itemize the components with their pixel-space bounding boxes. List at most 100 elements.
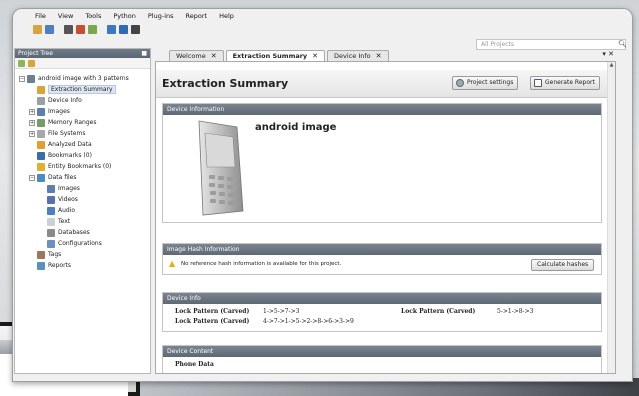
- tree-item[interactable]: Text: [15, 216, 150, 227]
- save-icon[interactable]: [64, 25, 73, 34]
- tree-item[interactable]: Device Info: [15, 95, 150, 106]
- tree-item-label: Entity Bookmarks (0): [48, 163, 112, 170]
- tree-item-label: Memory Ranges: [48, 119, 97, 126]
- tab-welcome-label: Welcome: [176, 52, 206, 60]
- export-icon[interactable]: [131, 25, 140, 34]
- device-name: android image: [255, 122, 337, 133]
- menu-python[interactable]: Python: [113, 12, 136, 20]
- device-info-icon: [37, 96, 45, 105]
- tab-bar: Welcome ✕ Extraction Summary ✕ Device In…: [155, 48, 616, 61]
- main-area: Welcome ✕ Extraction Summary ✕ Device In…: [155, 48, 616, 374]
- entity-bookmarks-icon: [37, 162, 45, 171]
- page-title: Extraction Summary: [162, 77, 289, 90]
- tree-item-label: Audio: [58, 207, 76, 214]
- project-tree: − android image with 3 patterns Extraction…: [15, 69, 150, 271]
- menu-help[interactable]: Help: [219, 12, 234, 20]
- expand-icon[interactable]: +: [29, 119, 35, 126]
- project-tree-toolbar: [15, 58, 150, 69]
- tab-device-info-label: Device Info: [334, 52, 371, 60]
- config-icon: [47, 239, 55, 248]
- search-icon[interactable]: 🔍︎: [618, 40, 627, 49]
- tree-item-label: Analyzed Data: [48, 141, 92, 148]
- pencil-icon[interactable]: [107, 25, 116, 34]
- expand-icon[interactable]: +: [29, 108, 35, 115]
- tree-item-label: Bookmarks (0): [48, 152, 92, 159]
- menu-plugins[interactable]: Plug-ins: [148, 12, 174, 20]
- tab-menu-icon[interactable]: ▾ ✕: [602, 50, 614, 58]
- tree-item[interactable]: Entity Bookmarks (0): [15, 161, 150, 172]
- lock-pattern-label: Lock Pattern (Carved): [175, 308, 250, 315]
- lock-pattern-value: 4->7->1->5->2->8->6->3->9: [263, 318, 354, 325]
- tree-item[interactable]: + File Systems: [15, 128, 150, 139]
- menu-view[interactable]: View: [58, 12, 73, 20]
- device-info-section: Device Info Lock Pattern (Carved) 1->5->…: [162, 292, 602, 332]
- main-toolbar: [13, 23, 632, 36]
- close-icon[interactable]: ✕: [211, 51, 217, 61]
- menu-tools[interactable]: Tools: [85, 12, 101, 20]
- tab-device-info[interactable]: Device Info ✕: [327, 50, 389, 61]
- tree-item[interactable]: − android image with 3 patterns: [15, 73, 150, 84]
- tree-item[interactable]: + Memory Ranges: [15, 117, 150, 128]
- search-placeholder: All Projects: [481, 41, 514, 48]
- phone-data-label: Phone Data: [175, 361, 214, 368]
- open-project-icon[interactable]: [33, 25, 42, 34]
- expand-icon[interactable]: +: [29, 130, 35, 137]
- lock-pattern-label: Lock Pattern (Carved): [401, 308, 476, 315]
- tree-item[interactable]: Analyzed Data: [15, 139, 150, 150]
- project-settings-label: Project settings: [467, 79, 514, 86]
- memory-icon: [37, 118, 45, 127]
- pin-icon[interactable]: ■: [141, 49, 147, 58]
- tree-item-label: Device Info: [48, 97, 82, 104]
- vertical-scrollbar[interactable]: ▲: [607, 62, 615, 373]
- tree-item[interactable]: Extraction Summary: [15, 84, 150, 95]
- folder-icon[interactable]: [28, 59, 35, 67]
- tree-item-label: File Systems: [48, 130, 86, 137]
- calculate-hashes-button[interactable]: Calculate hashes: [531, 259, 595, 271]
- collapse-icon[interactable]: −: [29, 174, 35, 181]
- tree-item[interactable]: Bookmarks (0): [15, 150, 150, 161]
- videos-icon: [47, 195, 55, 204]
- tree-item[interactable]: + Images: [15, 106, 150, 117]
- hash-message: No reference hash information is availab…: [181, 261, 342, 267]
- lock-pattern-value: 1->5->7->3: [263, 308, 300, 315]
- edit-icon[interactable]: [119, 25, 128, 34]
- collapse-icon[interactable]: −: [19, 75, 25, 82]
- tab-extraction-summary-label: Extraction Summary: [232, 52, 308, 60]
- tree-item[interactable]: Videos: [15, 194, 150, 205]
- device-information-section: Device Information android image: [162, 103, 602, 223]
- data-files-icon: [37, 173, 45, 182]
- tree-item[interactable]: Images: [15, 183, 150, 194]
- tree-item[interactable]: Reports: [15, 260, 150, 271]
- text-icon: [47, 217, 55, 226]
- settings-icon[interactable]: [76, 25, 85, 34]
- tree-action-icon[interactable]: [18, 59, 25, 67]
- generate-report-button[interactable]: Generate Report: [530, 76, 600, 90]
- tree-item-label: Extraction Summary: [48, 85, 116, 94]
- project-settings-button[interactable]: Project settings: [452, 76, 519, 90]
- tree-item-label: Databases: [58, 229, 90, 236]
- tab-welcome[interactable]: Welcome ✕: [169, 50, 224, 61]
- tree-item[interactable]: Audio: [15, 205, 150, 216]
- tags-icon: [37, 250, 45, 259]
- tree-item-label: Images: [48, 108, 70, 115]
- tree-item[interactable]: Databases: [15, 227, 150, 238]
- device-info-header: Device Info: [163, 293, 601, 304]
- tree-item[interactable]: Tags: [15, 249, 150, 260]
- tree-item-label: Tags: [48, 251, 62, 258]
- tab-extraction-summary[interactable]: Extraction Summary ✕: [225, 50, 326, 61]
- reports-icon: [37, 261, 45, 270]
- menu-file[interactable]: File: [35, 12, 46, 20]
- close-icon[interactable]: ✕: [312, 51, 318, 61]
- generate-report-label: Generate Report: [545, 79, 595, 86]
- close-icon[interactable]: ✕: [376, 51, 382, 61]
- search-tool-icon[interactable]: [88, 25, 97, 34]
- tree-item-label: Images: [58, 185, 80, 192]
- lock-pattern-label: Lock Pattern (Carved): [175, 318, 250, 325]
- add-image-icon[interactable]: [45, 25, 54, 34]
- calculate-hashes-label: Calculate hashes: [537, 261, 589, 268]
- tree-item[interactable]: − Data files: [15, 172, 150, 183]
- tree-item[interactable]: Configurations: [15, 238, 150, 249]
- scroll-up-icon[interactable]: ▲: [608, 62, 615, 68]
- lock-pattern-value: 5->1->8->3: [497, 308, 534, 315]
- menu-report[interactable]: Report: [186, 12, 208, 20]
